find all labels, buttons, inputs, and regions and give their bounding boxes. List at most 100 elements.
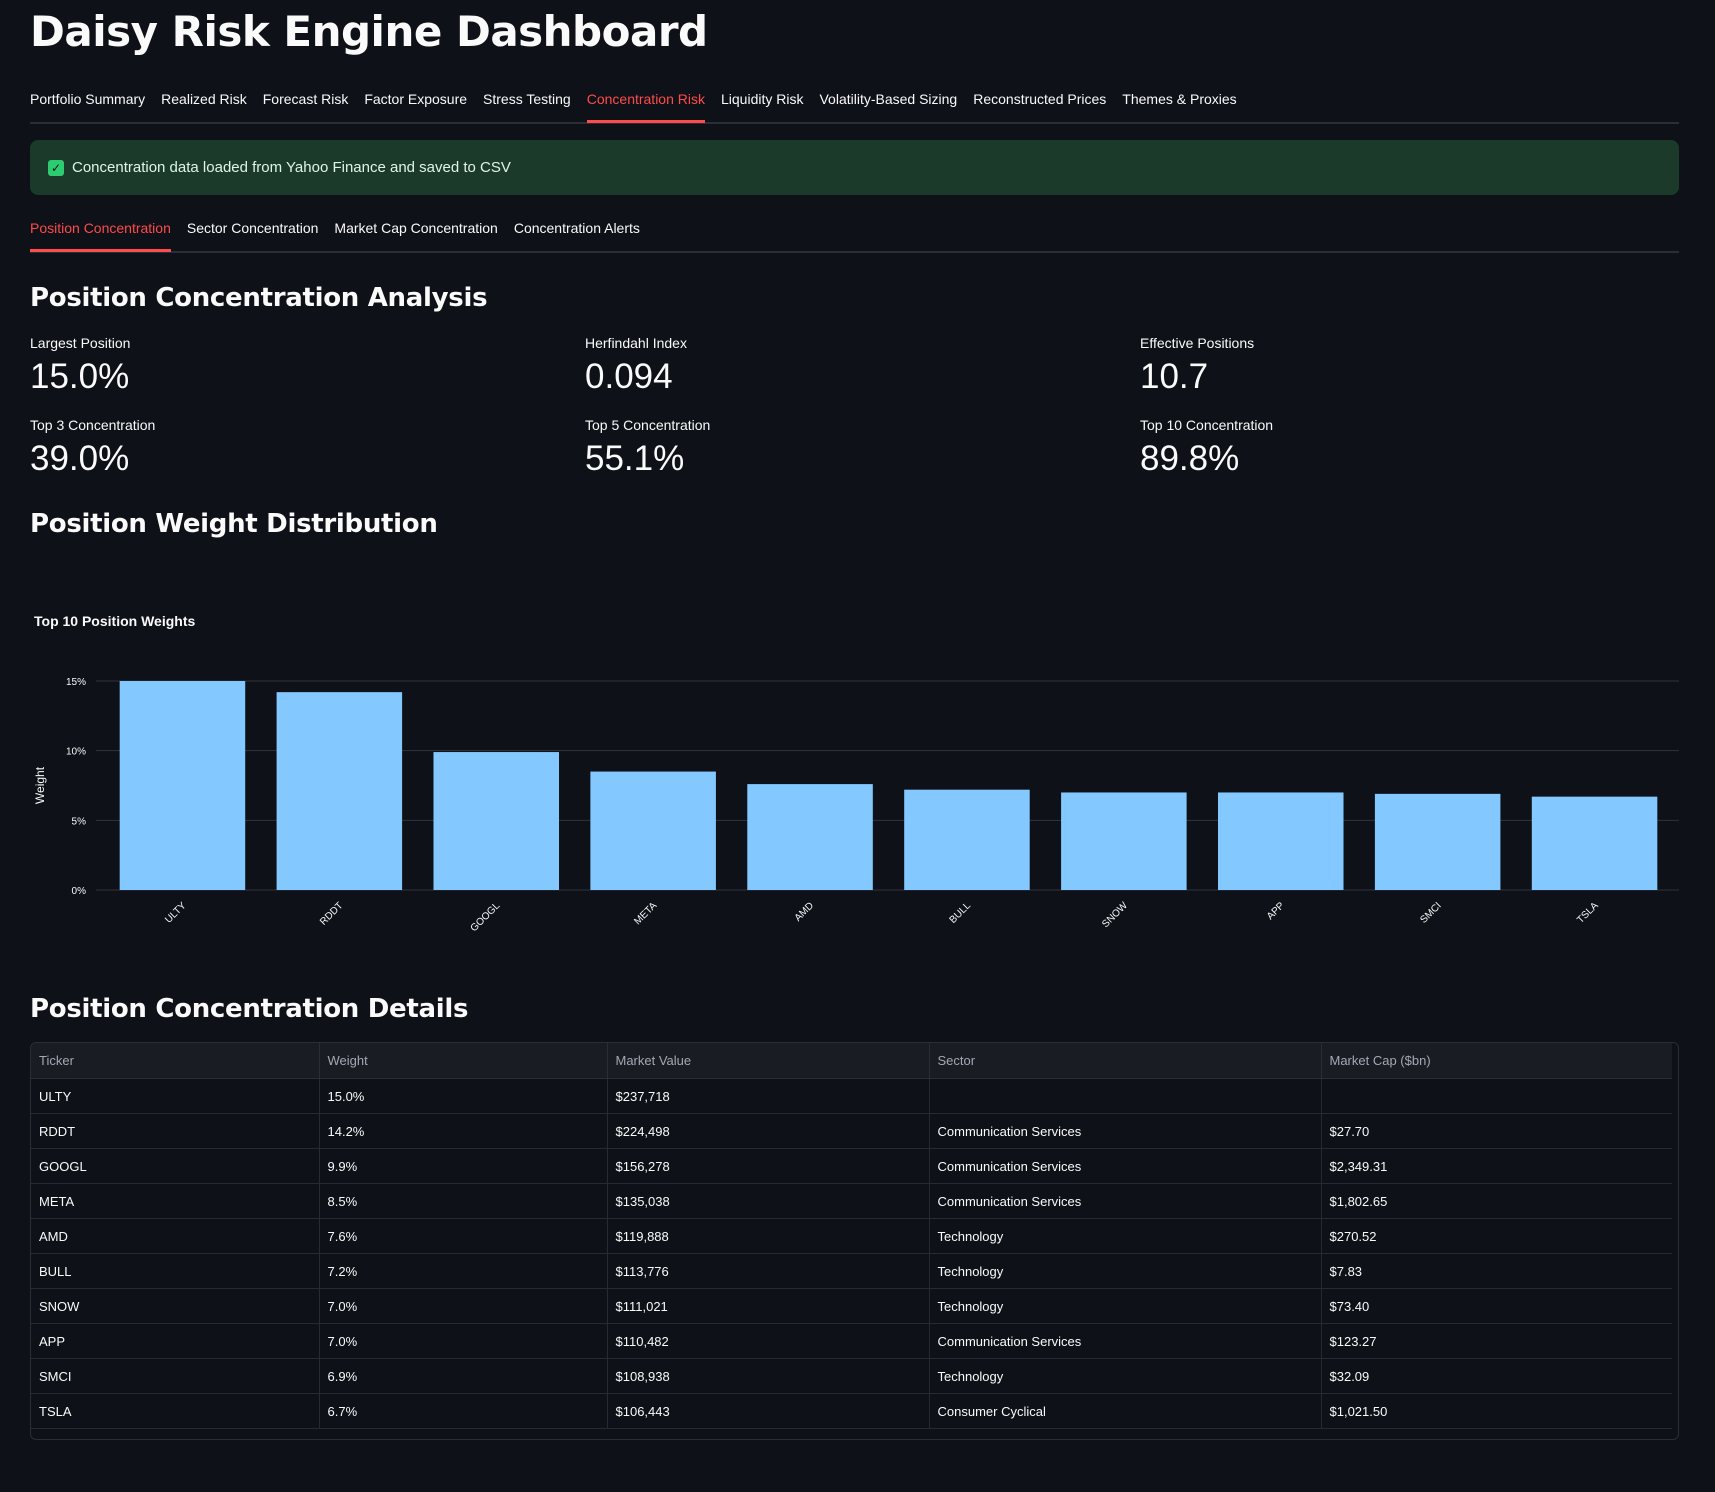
table-cell: $156,278 — [607, 1148, 930, 1184]
metric-label: Largest Position — [30, 335, 131, 351]
table-cell: $123.27 — [1321, 1323, 1672, 1359]
table-cell: $32.09 — [1321, 1358, 1672, 1394]
table-cell: ULTY — [31, 1078, 320, 1114]
table-row[interactable]: ULTY 15.0% $237,718 — [31, 1078, 1672, 1114]
bar-amd — [747, 784, 873, 890]
table-cell: $224,498 — [607, 1113, 930, 1149]
bar-rddt — [276, 692, 403, 890]
success-alert: ✓ Concentration data loaded from Yahoo F… — [30, 140, 1679, 195]
table-cell: $2,349.31 — [1321, 1148, 1672, 1184]
tab-position-concentration[interactable]: Position Concentration — [30, 217, 187, 252]
table-cell: 6.7% — [319, 1393, 608, 1429]
table-cell: $1,802.65 — [1321, 1183, 1672, 1219]
table-header-row: Ticker Weight Market Value Sector Market Cap… — [31, 1043, 1672, 1079]
table-cell: 7.0% — [319, 1288, 608, 1324]
table-cell: 8.5% — [319, 1183, 608, 1219]
x-tick-label: META — [632, 900, 659, 927]
metric-top5-concentration: Top 5 Concentration 55.1% — [585, 417, 1140, 479]
table-row[interactable]: TSLA 6.7% $106,443 Consumer Cyclical $1,021.… — [31, 1393, 1672, 1429]
table-row[interactable]: BULL 7.2% $113,776 Technology $7.83 — [31, 1253, 1672, 1289]
check-icon: ✓ — [48, 159, 64, 176]
table-cell: Technology — [929, 1358, 1322, 1394]
x-tick-label: ULTY — [163, 900, 189, 926]
tab-stress-testing[interactable]: Stress Testing — [483, 88, 587, 120]
metric-value: 39.0% — [30, 439, 130, 478]
bar-tsla — [1531, 796, 1658, 890]
table-cell: $237,718 — [607, 1078, 930, 1114]
table-cell: Technology — [929, 1253, 1322, 1289]
tab-sector-concentration[interactable]: Sector Concentration — [187, 217, 335, 249]
table-row[interactable]: GOOGL 9.9% $156,278 Communication Services $… — [31, 1148, 1672, 1184]
table-cell: Communication Services — [929, 1183, 1322, 1219]
table-cell: Communication Services — [929, 1113, 1322, 1149]
tab-concentration-risk[interactable]: Concentration Risk — [586, 88, 721, 123]
tab-portfolio-summary[interactable]: Portfolio Summary — [30, 88, 161, 120]
metric-largest-position: Largest Position 15.0% — [30, 335, 585, 397]
table-cell: $106,443 — [607, 1393, 930, 1429]
table-cell: Consumer Cyclical — [929, 1393, 1322, 1429]
column-header[interactable]: Ticker — [31, 1043, 320, 1079]
metric-value: 10.7 — [1140, 357, 1209, 396]
y-axis-label: Weight — [33, 766, 47, 804]
bar-ulty — [119, 681, 246, 890]
metric-value: 55.1% — [585, 439, 685, 478]
x-tick-label: APP — [1265, 900, 1287, 922]
tab-themes-proxies[interactable]: Themes & Proxies — [1122, 88, 1252, 120]
x-tick-label: SNOW — [1100, 900, 1130, 930]
weight-chart[interactable]: Top 10 Position Weights 0% 5% 10% 15% Weight U… — [30, 559, 1679, 964]
column-header[interactable]: Market Value — [607, 1043, 930, 1079]
column-header[interactable]: Weight — [319, 1043, 608, 1079]
tab-liquidity-risk[interactable]: Liquidity Risk — [721, 88, 819, 120]
metric-value: 15.0% — [30, 357, 130, 396]
table-cell: 7.0% — [319, 1323, 608, 1359]
table-cell: RDDT — [31, 1113, 320, 1149]
table-cell: SNOW — [31, 1288, 320, 1324]
bar-bull — [904, 789, 1030, 890]
tab-factor-exposure[interactable]: Factor Exposure — [364, 88, 483, 120]
y-tick-label: 0% — [72, 886, 87, 897]
table-cell: 7.6% — [319, 1218, 608, 1254]
page-title: Daisy Risk Engine Dashboard — [30, 7, 708, 56]
chart-title: Top 10 Position Weights — [34, 613, 195, 629]
table-row[interactable]: AMD 7.6% $119,888 Technology $270.52 — [31, 1218, 1672, 1254]
table-cell: TSLA — [31, 1393, 320, 1429]
bar-chart: Top 10 Position Weights 0% 5% 10% 15% Weight U… — [33, 613, 1679, 934]
table-row[interactable]: SNOW 7.0% $111,021 Technology $73.40 — [31, 1288, 1672, 1324]
table-cell: $27.70 — [1321, 1113, 1672, 1149]
x-tick-label: GOOGL — [469, 900, 503, 934]
tab-concentration-alerts[interactable]: Concentration Alerts — [514, 217, 656, 249]
tab-reconstructed-prices[interactable]: Reconstructed Prices — [973, 88, 1122, 120]
table-cell — [1321, 1078, 1672, 1114]
column-header[interactable]: Market Cap ($bn) — [1321, 1043, 1672, 1079]
bar-snow — [1061, 792, 1187, 890]
table-cell: $7.83 — [1321, 1253, 1672, 1289]
x-tick-label: AMD — [793, 900, 817, 924]
table-cell: Technology — [929, 1288, 1322, 1324]
x-tick-label: RDDT — [318, 900, 345, 927]
table-cell: Communication Services — [929, 1323, 1322, 1359]
column-header[interactable]: Sector — [929, 1043, 1322, 1079]
metric-effective-positions: Effective Positions 10.7 — [1140, 335, 1679, 397]
table-cell: $110,482 — [607, 1323, 930, 1359]
metric-label: Effective Positions — [1140, 335, 1255, 351]
table-cell: $119,888 — [607, 1218, 930, 1254]
tab-volatility-sizing[interactable]: Volatility-Based Sizing — [819, 88, 973, 120]
tab-realized-risk[interactable]: Realized Risk — [161, 88, 263, 120]
table-cell: APP — [31, 1323, 320, 1359]
table-row[interactable]: RDDT 14.2% $224,498 Communication Services $… — [31, 1113, 1672, 1149]
table-row[interactable]: SMCI 6.9% $108,938 Technology $32.09 — [31, 1358, 1672, 1394]
table-row[interactable]: APP 7.0% $110,482 Communication Services $12… — [31, 1323, 1672, 1359]
table-cell: Technology — [929, 1218, 1322, 1254]
tab-forecast-risk[interactable]: Forecast Risk — [263, 88, 365, 120]
table-cell: $108,938 — [607, 1358, 930, 1394]
table-row[interactable]: META 8.5% $135,038 Communication Services $1… — [31, 1183, 1672, 1219]
tab-market-cap-concentration[interactable]: Market Cap Concentration — [334, 217, 513, 249]
details-table[interactable]: Ticker Weight Market Value Sector Market Cap… — [30, 1042, 1679, 1440]
table-cell: SMCI — [31, 1358, 320, 1394]
table-cell: GOOGL — [31, 1148, 320, 1184]
metric-top10-concentration: Top 10 Concentration 89.8% — [1140, 417, 1679, 479]
y-tick-label: 5% — [72, 816, 87, 827]
bar-googl — [433, 752, 560, 890]
metric-label: Top 3 Concentration — [30, 417, 156, 433]
table-cell: $270.52 — [1321, 1218, 1672, 1254]
